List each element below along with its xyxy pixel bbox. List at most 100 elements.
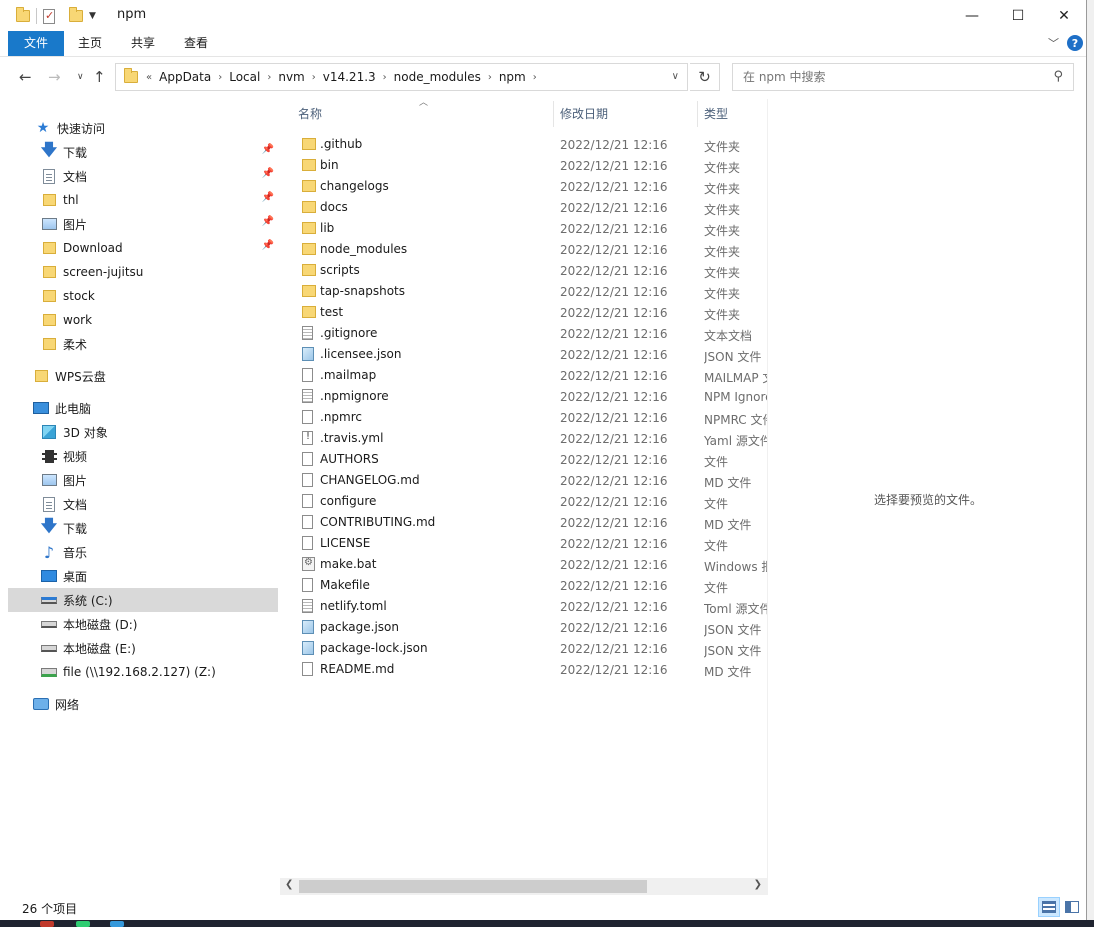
refresh-button[interactable]: ↻ [690, 63, 720, 91]
expand-ribbon-icon[interactable]: ﹀ [1048, 35, 1059, 51]
chevron-right-icon[interactable]: › [267, 72, 271, 83]
search-box[interactable]: ⚲ [732, 63, 1074, 91]
file-row[interactable]: test 2022/12/21 12:16 文件夹 [280, 302, 767, 323]
sidebar-item-music[interactable]: ♪ 音乐 [8, 540, 278, 564]
customize-toolbar-icon[interactable]: ▼ [89, 11, 96, 21]
file-row[interactable]: package.json 2022/12/21 12:16 JSON 文件 [280, 617, 767, 638]
breadcrumb-item[interactable]: node_modules [394, 70, 481, 84]
sidebar-item-jujitsu[interactable]: 柔术 [8, 332, 278, 356]
file-row[interactable]: .npmrc 2022/12/21 12:16 NPMRC 文件 [280, 407, 767, 428]
column-header-date[interactable]: 修改日期 [560, 99, 695, 131]
forward-arrow-icon[interactable]: → [48, 68, 61, 86]
tab-home[interactable]: 主页 [70, 31, 110, 56]
new-folder-icon[interactable] [69, 7, 83, 22]
file-row[interactable]: LICENSE 2022/12/21 12:16 文件 [280, 533, 767, 554]
horizontal-scrollbar[interactable]: ❮ ❯ [280, 878, 767, 895]
minimize-button[interactable]: — [949, 0, 995, 31]
sidebar-item-desktop[interactable]: 桌面 [8, 564, 278, 588]
search-input[interactable] [743, 65, 1043, 89]
file-row[interactable]: Makefile 2022/12/21 12:16 文件 [280, 575, 767, 596]
file-row[interactable]: .gitignore 2022/12/21 12:16 文本文档 [280, 323, 767, 344]
help-icon[interactable]: ? [1067, 35, 1083, 51]
sidebar-item-pc-downloads[interactable]: 🡇 下载 [8, 516, 278, 540]
pin-icon[interactable]: 📌 [262, 192, 274, 203]
file-row[interactable]: README.md 2022/12/21 12:16 MD 文件 [280, 659, 767, 680]
sidebar-item-local-e[interactable]: 本地磁盘 (E:) [8, 636, 278, 660]
sidebar-item-quick-access[interactable]: ★ 快速访问 [8, 116, 278, 140]
file-row[interactable]: .licensee.json 2022/12/21 12:16 JSON 文件 [280, 344, 767, 365]
file-row[interactable]: CHANGELOG.md 2022/12/21 12:16 MD 文件 [280, 470, 767, 491]
file-row[interactable]: node_modules 2022/12/21 12:16 文件夹 [280, 239, 767, 260]
chevron-right-icon[interactable]: › [488, 72, 492, 83]
tab-view[interactable]: 查看 [176, 31, 216, 56]
file-row[interactable]: lib 2022/12/21 12:16 文件夹 [280, 218, 767, 239]
taskbar-app-icon[interactable] [76, 921, 90, 927]
file-row[interactable]: netlify.toml 2022/12/21 12:16 Toml 源文件 [280, 596, 767, 617]
sidebar-item-thl[interactable]: thl 📌 [8, 188, 278, 212]
breadcrumb-overflow[interactable]: « [146, 72, 152, 83]
column-divider[interactable] [697, 101, 698, 127]
properties-icon[interactable] [43, 8, 55, 24]
file-row[interactable]: .mailmap 2022/12/21 12:16 MAILMAP 文件 [280, 365, 767, 386]
sidebar-item-network-z[interactable]: file (\\192.168.2.127) (Z:) [8, 660, 278, 684]
details-view-button[interactable] [1038, 897, 1060, 917]
file-row[interactable]: tap-snapshots 2022/12/21 12:16 文件夹 [280, 281, 767, 302]
breadcrumb-item[interactable]: AppData [159, 70, 211, 84]
large-icons-view-button[interactable] [1061, 897, 1083, 917]
recent-locations-chevron-icon[interactable]: ∨ [77, 72, 84, 82]
column-divider[interactable] [553, 101, 554, 127]
taskbar-app-icon[interactable] [110, 921, 124, 927]
maximize-button[interactable]: ☐ [995, 0, 1041, 31]
chevron-right-icon[interactable]: › [312, 72, 316, 83]
file-row[interactable]: configure 2022/12/21 12:16 文件 [280, 491, 767, 512]
file-row[interactable]: CONTRIBUTING.md 2022/12/21 12:16 MD 文件 [280, 512, 767, 533]
back-arrow-icon[interactable]: ← [19, 68, 32, 86]
column-header-type[interactable]: 类型 [704, 99, 767, 131]
up-arrow-icon[interactable]: ↑ [93, 68, 106, 86]
sidebar-item-wps-cloud[interactable]: WPS云盘 [8, 364, 278, 388]
pin-icon[interactable]: 📌 [262, 168, 274, 179]
sidebar-item-stock[interactable]: stock [8, 284, 278, 308]
sidebar-item-screen-jujitsu[interactable]: screen-jujitsu [8, 260, 278, 284]
pin-icon[interactable]: 📌 [262, 216, 274, 227]
column-header-name[interactable]: 名称 [298, 99, 553, 131]
breadcrumb-item[interactable]: nvm [278, 70, 304, 84]
breadcrumb-item[interactable]: v14.21.3 [323, 70, 376, 84]
sidebar-item-videos[interactable]: 视频 [8, 444, 278, 468]
sidebar-item-downloads[interactable]: 🡇 下载 📌 [8, 140, 278, 164]
sidebar-item-local-d[interactable]: 本地磁盘 (D:) [8, 612, 278, 636]
file-row[interactable]: package-lock.json 2022/12/21 12:16 JSON 文件 [280, 638, 767, 659]
pin-icon[interactable]: 📌 [262, 240, 274, 251]
file-row[interactable]: docs 2022/12/21 12:16 文件夹 [280, 197, 767, 218]
search-icon[interactable]: ⚲ [1053, 69, 1063, 84]
sidebar-item-pc-documents[interactable]: 文档 [8, 492, 278, 516]
breadcrumb-item[interactable]: npm [499, 70, 526, 84]
sidebar-item-3d-objects[interactable]: 3D 对象 [8, 420, 278, 444]
sidebar-item-this-pc[interactable]: 此电脑 [8, 396, 278, 420]
sidebar-item-network[interactable]: 网络 [8, 692, 278, 716]
file-row[interactable]: .npmignore 2022/12/21 12:16 NPM Ignore [280, 386, 767, 407]
sidebar-item-download[interactable]: Download 📌 [8, 236, 278, 260]
chevron-right-icon[interactable]: › [218, 72, 222, 83]
close-button[interactable]: ✕ [1041, 0, 1086, 31]
breadcrumb-item[interactable]: Local [229, 70, 260, 84]
file-row[interactable]: make.bat 2022/12/21 12:16 Windows 批处理文件 [280, 554, 767, 575]
address-bar[interactable]: « AppData › Local › nvm › v14.21.3 › nod… [115, 63, 688, 91]
sidebar-item-work[interactable]: work [8, 308, 278, 332]
file-row[interactable]: .travis.yml 2022/12/21 12:16 Yaml 源文件 [280, 428, 767, 449]
sidebar-item-system-c[interactable]: 系统 (C:) [8, 588, 278, 612]
sidebar-item-documents[interactable]: 文档 📌 [8, 164, 278, 188]
file-row[interactable]: bin 2022/12/21 12:16 文件夹 [280, 155, 767, 176]
sidebar-item-pictures[interactable]: 图片 📌 [8, 212, 278, 236]
file-row[interactable]: AUTHORS 2022/12/21 12:16 文件 [280, 449, 767, 470]
scrollbar-thumb[interactable] [299, 880, 647, 893]
sidebar-item-pc-pictures[interactable]: 图片 [8, 468, 278, 492]
scroll-left-icon[interactable]: ❮ [285, 879, 293, 890]
taskbar-app-icon[interactable] [40, 921, 54, 927]
chevron-right-icon[interactable]: › [383, 72, 387, 83]
address-dropdown-icon[interactable]: ∨ [672, 71, 679, 82]
file-row[interactable]: changelogs 2022/12/21 12:16 文件夹 [280, 176, 767, 197]
file-row[interactable]: scripts 2022/12/21 12:16 文件夹 [280, 260, 767, 281]
chevron-right-icon[interactable]: › [533, 72, 537, 83]
pin-icon[interactable]: 📌 [262, 144, 274, 155]
